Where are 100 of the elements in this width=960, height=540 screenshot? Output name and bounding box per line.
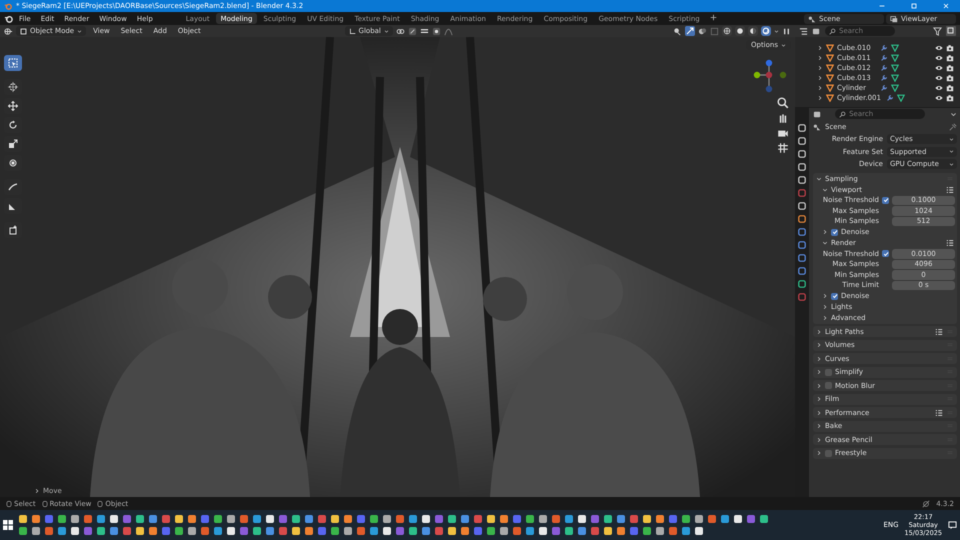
- chevron-icon[interactable]: [816, 356, 822, 362]
- camera-icon[interactable]: [946, 44, 954, 52]
- chevron-icon[interactable]: [816, 176, 822, 182]
- list-icon[interactable]: [799, 26, 808, 36]
- notification-icon[interactable]: [948, 520, 957, 530]
- drag-handle-icon[interactable]: [946, 450, 954, 456]
- eye-icon[interactable]: [935, 94, 943, 102]
- half-sphere-icon: [749, 27, 757, 35]
- check-icon: [832, 293, 838, 299]
- chevron-icon[interactable]: [822, 240, 828, 246]
- preset-list-icon[interactable]: [935, 408, 943, 416]
- check-icon: [832, 229, 838, 235]
- caret-icon[interactable]: [950, 110, 957, 118]
- mouse-icon: [42, 500, 48, 508]
- cube-icon: [20, 28, 27, 34]
- layers-icon: [890, 14, 898, 22]
- mouse-icon: [6, 500, 12, 508]
- chevron-icon[interactable]: [822, 304, 828, 310]
- drag-handle-icon[interactable]: [946, 396, 954, 402]
- tool-button[interactable]: [4, 55, 22, 71]
- chevron-icon[interactable]: [822, 229, 828, 235]
- caret-icon: [949, 136, 954, 142]
- preset-list-icon[interactable]: [935, 328, 943, 336]
- shading-button[interactable]: [748, 26, 758, 36]
- eye-icon[interactable]: [935, 64, 943, 72]
- add-cube-icon: [8, 225, 18, 235]
- checkbox[interactable]: [825, 368, 832, 376]
- drag-handle-icon[interactable]: [946, 342, 954, 348]
- eye-icon[interactable]: [935, 84, 943, 92]
- eye-icon[interactable]: [935, 74, 943, 82]
- shading-button[interactable]: [735, 26, 745, 36]
- caret-icon: [77, 28, 82, 34]
- link-icon[interactable]: [396, 26, 405, 36]
- filter-icon[interactable]: [933, 26, 942, 36]
- display-mode-icon[interactable]: [812, 26, 821, 36]
- eye-icon[interactable]: [935, 54, 943, 62]
- bars-icon[interactable]: [420, 26, 429, 36]
- checkbox[interactable]: [882, 250, 889, 258]
- wireframe-icon: [723, 27, 731, 35]
- camera-icon[interactable]: [946, 54, 954, 62]
- hand-icon[interactable]: [777, 112, 789, 124]
- gizmo-icon[interactable]: [685, 26, 695, 36]
- cursor-icon: [8, 82, 18, 92]
- scale-icon: [8, 139, 18, 149]
- grid-icon[interactable]: [777, 142, 789, 154]
- visibility-icon[interactable]: [673, 26, 682, 36]
- chevron-icon[interactable]: [822, 293, 828, 299]
- camera-icon[interactable]: [946, 74, 954, 82]
- chevron-icon[interactable]: [816, 450, 822, 456]
- transform-icon: [8, 158, 18, 168]
- overlay-icon[interactable]: [698, 26, 707, 36]
- caret-icon[interactable]: [774, 28, 779, 34]
- chevron-icon[interactable]: [816, 423, 822, 429]
- pin-icon[interactable]: [949, 122, 957, 130]
- check-icon: [882, 250, 888, 257]
- chevron-icon[interactable]: [816, 342, 822, 348]
- move-icon: [8, 101, 18, 111]
- new-collection-icon[interactable]: [946, 26, 956, 36]
- checkbox[interactable]: [831, 292, 838, 300]
- pencil-icon: [8, 182, 18, 192]
- blender-logo-icon: [4, 2, 12, 10]
- chevron-icon[interactable]: [34, 488, 40, 494]
- checkbox[interactable]: [882, 196, 889, 204]
- chevron-icon[interactable]: [822, 315, 828, 321]
- camera-icon[interactable]: [946, 84, 954, 92]
- check-icon: [882, 197, 888, 204]
- chevron-icon[interactable]: [816, 328, 822, 334]
- caret-icon: [949, 162, 954, 167]
- chevron-icon[interactable]: [822, 186, 828, 192]
- drag-handle-icon[interactable]: [946, 423, 954, 429]
- xray-icon[interactable]: [710, 26, 719, 36]
- drag-handle-icon[interactable]: [946, 369, 954, 375]
- proportional-icon[interactable]: [432, 26, 441, 36]
- chevron-icon[interactable]: [816, 382, 822, 388]
- rotate-icon: [8, 120, 18, 130]
- chevron-icon[interactable]: [816, 396, 822, 402]
- start-button[interactable]: [3, 520, 13, 530]
- camera-icon[interactable]: [946, 94, 954, 102]
- caret-icon: [384, 28, 389, 34]
- ruler-icon: [8, 201, 18, 211]
- shading-button[interactable]: [722, 26, 732, 36]
- zoom-icon[interactable]: [777, 97, 789, 109]
- chevron-icon[interactable]: [816, 436, 822, 442]
- eye-icon[interactable]: [935, 44, 943, 52]
- preset-list-icon[interactable]: [946, 239, 954, 247]
- checkbox[interactable]: [831, 228, 838, 236]
- blender-logo-icon[interactable]: [4, 14, 13, 23]
- chevron-icon[interactable]: [816, 369, 822, 375]
- preset-list-icon[interactable]: [946, 186, 954, 194]
- caret-icon: [949, 149, 954, 154]
- chevron-icon[interactable]: [816, 410, 822, 416]
- caret-icon: [781, 42, 786, 48]
- search-icon: [839, 110, 846, 118]
- checkbox[interactable]: [825, 382, 832, 389]
- maximize-icon: [910, 2, 918, 10]
- pause-icon[interactable]: [782, 26, 791, 36]
- close-icon: [942, 2, 950, 10]
- snap-icon[interactable]: [408, 26, 417, 36]
- checkbox[interactable]: [825, 450, 832, 456]
- camera-icon[interactable]: [946, 64, 954, 72]
